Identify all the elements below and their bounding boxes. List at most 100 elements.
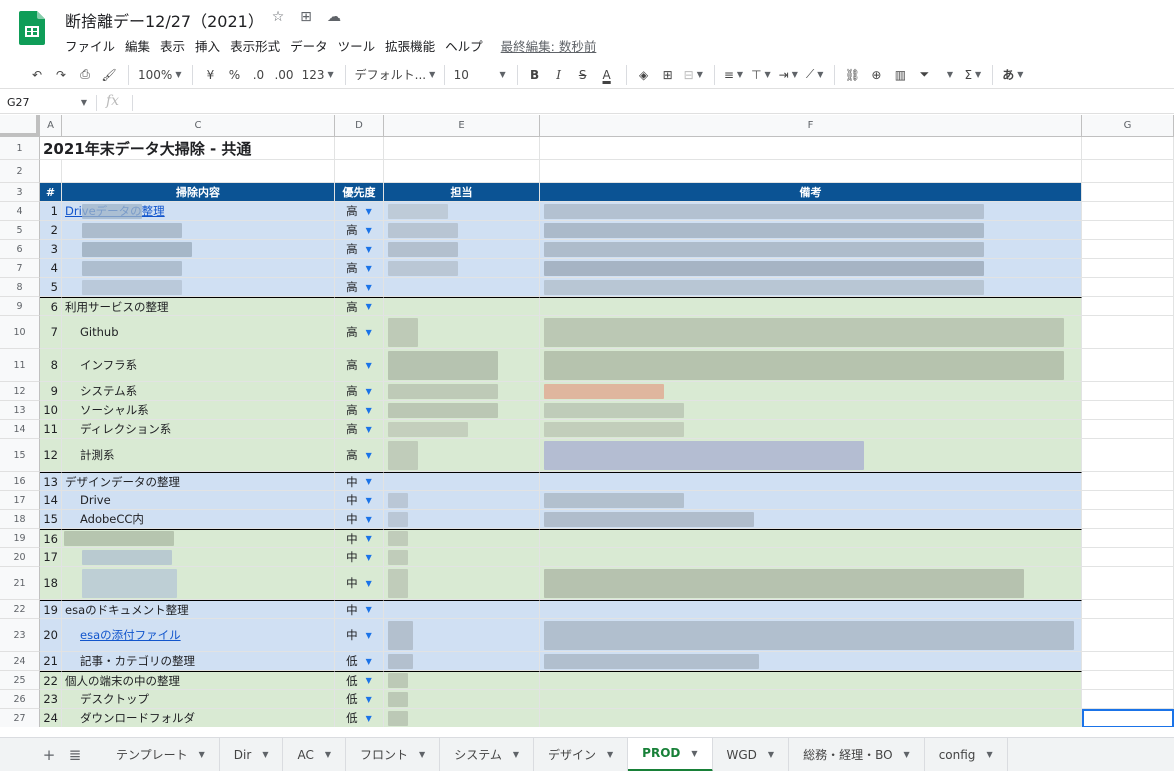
- task-cell[interactable]: 個人の端末の中の整理: [62, 671, 335, 690]
- bold-button[interactable]: B: [524, 63, 546, 87]
- priority-dropdown[interactable]: 高 ▼: [335, 278, 384, 297]
- filter-icon[interactable]: ⏷: [913, 63, 935, 87]
- item-number-cell[interactable]: 3: [40, 240, 62, 259]
- task-cell[interactable]: AdobeCC内: [62, 510, 335, 529]
- empty-cell[interactable]: [1082, 652, 1174, 671]
- undo-icon[interactable]: ↶: [26, 63, 48, 87]
- item-number-cell[interactable]: 7: [40, 316, 62, 349]
- chevron-down-icon[interactable]: ▼: [419, 750, 425, 759]
- row-header[interactable]: 16: [0, 472, 40, 491]
- empty-cell[interactable]: [1082, 420, 1174, 439]
- menu-help[interactable]: ヘルプ: [445, 36, 488, 55]
- select-all-corner[interactable]: [0, 115, 40, 137]
- document-title[interactable]: 断捨離デー12/27（2021）: [65, 8, 264, 32]
- priority-dropdown[interactable]: 低 ▼: [335, 652, 384, 671]
- item-number-cell[interactable]: 9: [40, 382, 62, 401]
- row-header[interactable]: 20: [0, 548, 40, 567]
- percent-button[interactable]: %: [223, 63, 245, 87]
- chevron-down-icon[interactable]: ▼: [199, 750, 205, 759]
- currency-button[interactable]: ¥: [199, 63, 221, 87]
- chevron-down-icon[interactable]: ▼: [262, 750, 268, 759]
- sheets-logo-icon[interactable]: [19, 11, 45, 45]
- owner-cell[interactable]: [384, 278, 540, 297]
- empty-cell[interactable]: [540, 160, 1082, 183]
- priority-dropdown[interactable]: 高 ▼: [335, 202, 384, 221]
- priority-dropdown[interactable]: 中 ▼: [335, 491, 384, 510]
- row-header[interactable]: 23: [0, 619, 40, 652]
- priority-dropdown[interactable]: 低 ▼: [335, 671, 384, 690]
- row-header[interactable]: 10: [0, 316, 40, 349]
- filter-views-icon[interactable]: ▼: [937, 63, 959, 87]
- row-header[interactable]: 6: [0, 240, 40, 259]
- empty-cell[interactable]: [62, 160, 335, 183]
- column-header-d[interactable]: D: [335, 115, 384, 137]
- empty-cell[interactable]: [1082, 278, 1174, 297]
- row-header[interactable]: 9: [0, 297, 40, 316]
- strikethrough-button[interactable]: S: [572, 63, 594, 87]
- priority-dropdown[interactable]: 中 ▼: [335, 619, 384, 652]
- menu-file[interactable]: ファイル: [65, 36, 120, 55]
- italic-button[interactable]: I: [548, 63, 570, 87]
- item-number-cell[interactable]: 12: [40, 439, 62, 472]
- row-header[interactable]: 24: [0, 652, 40, 671]
- insert-link-icon[interactable]: ⛓: [841, 63, 863, 87]
- task-cell[interactable]: ソーシャル系: [62, 401, 335, 420]
- notes-cell[interactable]: [540, 690, 1082, 709]
- item-number-cell[interactable]: 19: [40, 600, 62, 619]
- task-cell[interactable]: 利用サービスの整理: [62, 297, 335, 316]
- empty-cell[interactable]: [540, 137, 1082, 160]
- empty-cell[interactable]: [1082, 510, 1174, 529]
- item-number-cell[interactable]: 22: [40, 671, 62, 690]
- sheet-tab[interactable]: フロント ▼: [346, 737, 441, 771]
- redo-icon[interactable]: ↷: [50, 63, 72, 87]
- priority-dropdown[interactable]: 中 ▼: [335, 548, 384, 567]
- item-number-cell[interactable]: 1: [40, 202, 62, 221]
- star-icon[interactable]: ☆: [270, 9, 286, 25]
- row-header[interactable]: 14: [0, 420, 40, 439]
- column-header-e[interactable]: E: [384, 115, 540, 137]
- empty-cell[interactable]: [1082, 567, 1174, 600]
- item-number-cell[interactable]: 23: [40, 690, 62, 709]
- item-number-cell[interactable]: 10: [40, 401, 62, 420]
- task-cell[interactable]: esaのドキュメント整理: [62, 600, 335, 619]
- priority-dropdown[interactable]: 中 ▼: [335, 472, 384, 491]
- item-number-cell[interactable]: 4: [40, 259, 62, 278]
- number-format-select[interactable]: 123 ▼: [299, 63, 337, 87]
- item-number-cell[interactable]: 16: [40, 529, 62, 548]
- empty-cell[interactable]: [1082, 382, 1174, 401]
- item-number-cell[interactable]: 15: [40, 510, 62, 529]
- item-number-cell[interactable]: 5: [40, 278, 62, 297]
- name-box[interactable]: G27 ▼: [7, 96, 87, 109]
- paint-format-icon[interactable]: 🖌: [98, 63, 120, 87]
- sheet-tab[interactable]: テンプレート ▼: [102, 737, 220, 771]
- chevron-down-icon[interactable]: ▼: [607, 750, 613, 759]
- item-number-cell[interactable]: 14: [40, 491, 62, 510]
- column-title-num[interactable]: #: [40, 183, 62, 202]
- menu-view[interactable]: 表示: [160, 36, 190, 55]
- last-edit-link[interactable]: 最終編集: 数秒前: [501, 36, 597, 55]
- notes-cell[interactable]: [540, 671, 1082, 690]
- priority-dropdown[interactable]: 高 ▼: [335, 240, 384, 259]
- empty-cell[interactable]: [1082, 183, 1174, 202]
- selected-cell[interactable]: [1082, 709, 1174, 727]
- cloud-status-icon[interactable]: ☁: [326, 9, 342, 25]
- sheet-grid[interactable]: A C D E F G 1 2021年末データ大掃除 - 共通 2 3 # 掃除内容 優先度 担当 備考 4 1…: [0, 115, 1174, 727]
- empty-cell[interactable]: [335, 160, 384, 183]
- task-cell[interactable]: ディレクション系: [62, 420, 335, 439]
- font-select[interactable]: デフォルト... ▼: [352, 63, 436, 87]
- priority-dropdown[interactable]: 中 ▼: [335, 510, 384, 529]
- functions-icon[interactable]: Σ ▼: [961, 63, 984, 87]
- empty-cell[interactable]: [1082, 401, 1174, 420]
- chevron-down-icon[interactable]: ▼: [986, 750, 992, 759]
- menu-edit[interactable]: 編集: [125, 36, 155, 55]
- empty-cell[interactable]: [1082, 160, 1174, 183]
- priority-dropdown[interactable]: 高 ▼: [335, 259, 384, 278]
- move-folder-icon[interactable]: ⊞: [298, 9, 314, 25]
- priority-dropdown[interactable]: 高 ▼: [335, 349, 384, 382]
- owner-cell[interactable]: [384, 472, 540, 491]
- row-header[interactable]: 17: [0, 491, 40, 510]
- task-cell[interactable]: esaの添付ファイル: [62, 619, 335, 652]
- column-title-task[interactable]: 掃除内容: [62, 183, 335, 202]
- row-header[interactable]: 25: [0, 671, 40, 690]
- sheet-tab[interactable]: 総務・経理・BO ▼: [789, 737, 925, 771]
